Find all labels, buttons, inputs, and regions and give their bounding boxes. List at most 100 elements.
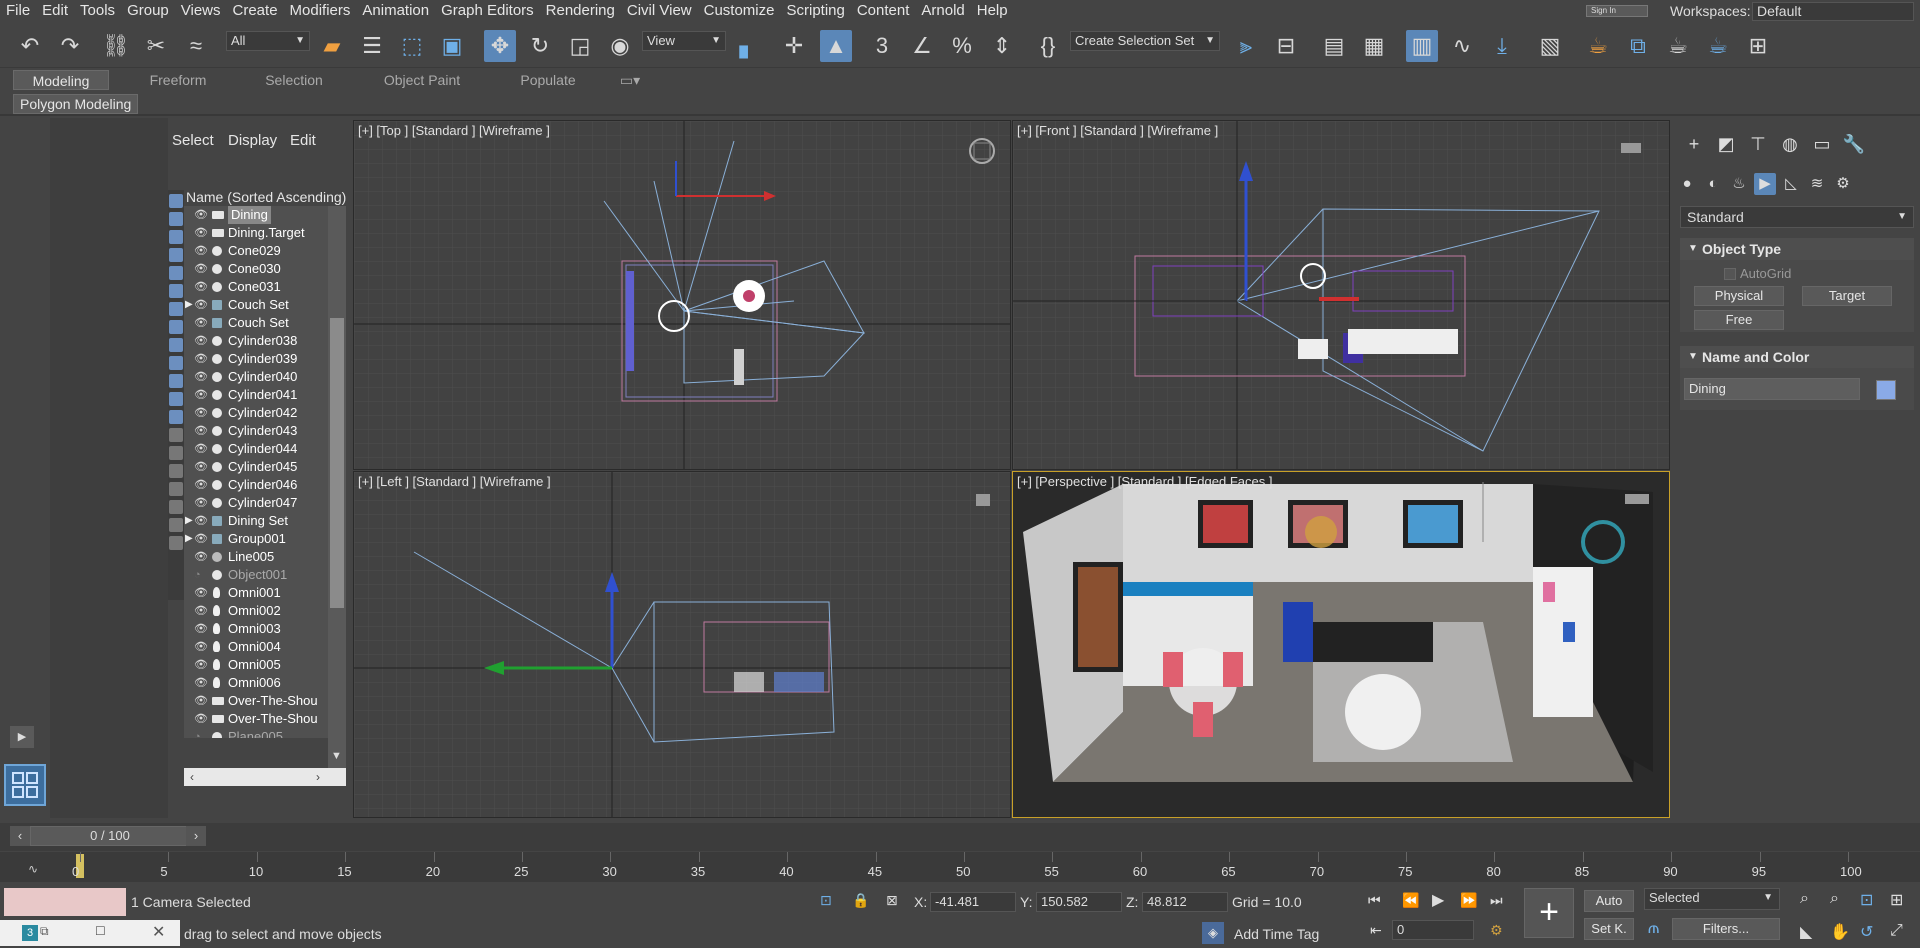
absolute-mode-icon[interactable]: ⊠ [886,892,898,909]
render-production-icon[interactable]: ☕ [1662,30,1694,62]
pan-icon[interactable]: ✋ [1830,922,1850,942]
mirror-icon[interactable]: ⫸ [1230,30,1262,62]
rect-selection-icon[interactable]: ⬚ [396,30,428,62]
filter-toggle-icon[interactable] [169,230,183,244]
visibility-eye-icon[interactable]: 👁 [194,530,208,548]
menu-scripting[interactable]: Scripting [780,0,850,22]
list-item[interactable]: ▶ 👁 Group001 [184,530,346,548]
keyboard-shortcut-icon[interactable]: ▲ [820,30,852,62]
visibility-eye-icon[interactable]: 👁 [194,674,208,692]
zoom-extents-icon[interactable]: ⊡ [1860,890,1873,910]
physical-camera-button[interactable]: Physical [1694,286,1784,306]
list-item[interactable]: 👁 Dining [184,206,346,224]
list-item[interactable]: 👁 Over-The-Shou [184,692,346,710]
list-item[interactable]: 👁 Cylinder043 [184,422,346,440]
goto-start-icon[interactable]: ⏮ [1368,892,1381,909]
menu-edit[interactable]: Edit [36,0,74,22]
z-coordinate-field[interactable]: 48.812 [1142,892,1228,912]
edit-named-sel-icon[interactable]: {} [1032,30,1064,62]
visibility-eye-icon[interactable]: 👁 [194,548,208,566]
lights-icon[interactable]: ♨ [1728,173,1750,195]
tab-modeling[interactable]: Modeling [13,70,109,90]
schematic-view-icon[interactable]: ⤓ [1486,30,1518,62]
visibility-eye-icon[interactable]: 👁 [194,656,208,674]
zoom-icon[interactable]: ⌕ [1800,890,1809,908]
object-color-swatch[interactable] [1876,380,1896,400]
filter-toggle-icon[interactable] [169,248,183,262]
filter-toggle-icon[interactable] [169,410,183,424]
window-crossing-icon[interactable]: ▣ [436,30,468,62]
close-icon[interactable]: ✕ [152,922,165,942]
filter-toggle-icon[interactable] [169,428,183,442]
list-item[interactable]: 👁 Over-The-Shou [184,710,346,728]
menu-customize[interactable]: Customize [698,0,781,22]
menu-modifiers[interactable]: Modifiers [284,0,357,22]
next-key-icon[interactable]: ⏩ [1460,892,1477,909]
named-selection-dropdown[interactable]: Create Selection Set ▼ [1070,31,1220,51]
x-coordinate-field[interactable]: -41.481 [930,892,1016,912]
polygon-modeling-button[interactable]: Polygon Modeling [13,94,139,114]
filter-toggle-icon[interactable] [169,374,183,388]
list-item[interactable]: 👁 Dining.Target [184,224,346,242]
next-frame-icon[interactable]: › [186,826,206,846]
set-key-big-button[interactable]: + [1524,888,1574,938]
target-camera-button[interactable]: Target [1802,286,1892,306]
maximize-icon[interactable]: ☐ [95,924,106,938]
list-item[interactable]: 👁 Omni006 [184,674,346,692]
bind-spacewarp-icon[interactable]: ≈ [180,30,212,62]
menu-graph-editors[interactable]: Graph Editors [435,0,540,22]
visibility-eye-icon[interactable]: 👁 [194,458,208,476]
visibility-eye-icon[interactable]: 👁 [194,368,208,386]
visibility-eye-icon[interactable]: 👁 [194,638,208,656]
visibility-eye-icon[interactable]: 👁 [194,314,208,332]
expand-icon[interactable]: ▶ [185,296,193,314]
list-item[interactable]: 👁 Cylinder040 [184,368,346,386]
visibility-eye-icon[interactable]: 👁 [194,242,208,260]
visibility-eye-icon[interactable]: 👁 [194,206,208,224]
list-item[interactable]: ◔ Object001 [184,566,346,584]
free-camera-button[interactable]: Free [1694,310,1784,330]
viewport-perspective[interactable]: [+] [Perspective ] [Standard ] [Edged Fa… [1012,471,1670,818]
isolate-selection-icon[interactable]: ⊡ [820,892,832,909]
object-type-header[interactable]: ▼ Object Type [1680,238,1914,260]
expand-icon[interactable]: ▶ [185,512,193,530]
visibility-eye-icon[interactable]: 👁 [194,296,208,314]
list-item[interactable]: 👁 Cylinder039 [184,350,346,368]
visibility-eye-icon[interactable]: 👁 [194,710,208,728]
geometry-icon[interactable]: ● [1676,173,1698,195]
curve-editor-icon[interactable]: ∿ [1446,30,1478,62]
visibility-eye-icon[interactable]: 👁 [194,692,208,710]
visibility-eye-icon[interactable]: 👁 [194,350,208,368]
set-key-button[interactable]: Set K. [1584,918,1634,940]
ribbon-options-icon[interactable]: ▭▾ [612,70,648,90]
key-mode-icon[interactable]: ⇤ [1370,922,1382,939]
spinner-snap-icon[interactable]: ⇕ [986,30,1018,62]
list-item[interactable]: ▶ 👁 Couch Set [184,296,346,314]
menu-file[interactable]: File [0,0,36,22]
play-icon[interactable]: ▶ [10,726,34,748]
scale-icon[interactable]: ◲ [564,30,596,62]
list-item[interactable]: 👁 Cylinder042 [184,404,346,422]
visibility-eye-icon[interactable]: 👁 [194,332,208,350]
expand-icon[interactable]: ▶ [185,530,193,548]
time-config-icon[interactable]: ⚙ [1490,922,1503,939]
spacewarps-icon[interactable]: ≋ [1806,173,1828,195]
visibility-eye-icon[interactable]: 👁 [194,422,208,440]
list-item[interactable]: 👁 Cone030 [184,260,346,278]
list-item[interactable]: 👁 Couch Set [184,314,346,332]
filter-toggle-icon[interactable] [169,212,183,226]
filter-toggle-icon[interactable] [169,320,183,334]
create-panel-icon[interactable]: + [1682,134,1706,158]
prev-frame-icon[interactable]: ‹ [10,826,30,846]
viewport-front[interactable]: [+] [Front ] [Standard ] [Wireframe ] [1012,120,1670,470]
filter-toggle-icon[interactable] [169,194,183,208]
tab-object-paint[interactable]: Object Paint [372,70,472,90]
shapes-icon[interactable]: ◐ [1702,173,1724,195]
filter-toggle-icon[interactable] [169,338,183,352]
pivot-icon[interactable]: ▖ [732,30,764,62]
scene-explorer-scrollbar[interactable]: ▼ [328,206,346,768]
zoom-extents-all-icon[interactable]: ⊞ [1890,890,1903,910]
list-item[interactable]: 👁 Cylinder044 [184,440,346,458]
visibility-eye-icon[interactable]: 👁 [194,494,208,512]
list-item[interactable]: 👁 Omni004 [184,638,346,656]
